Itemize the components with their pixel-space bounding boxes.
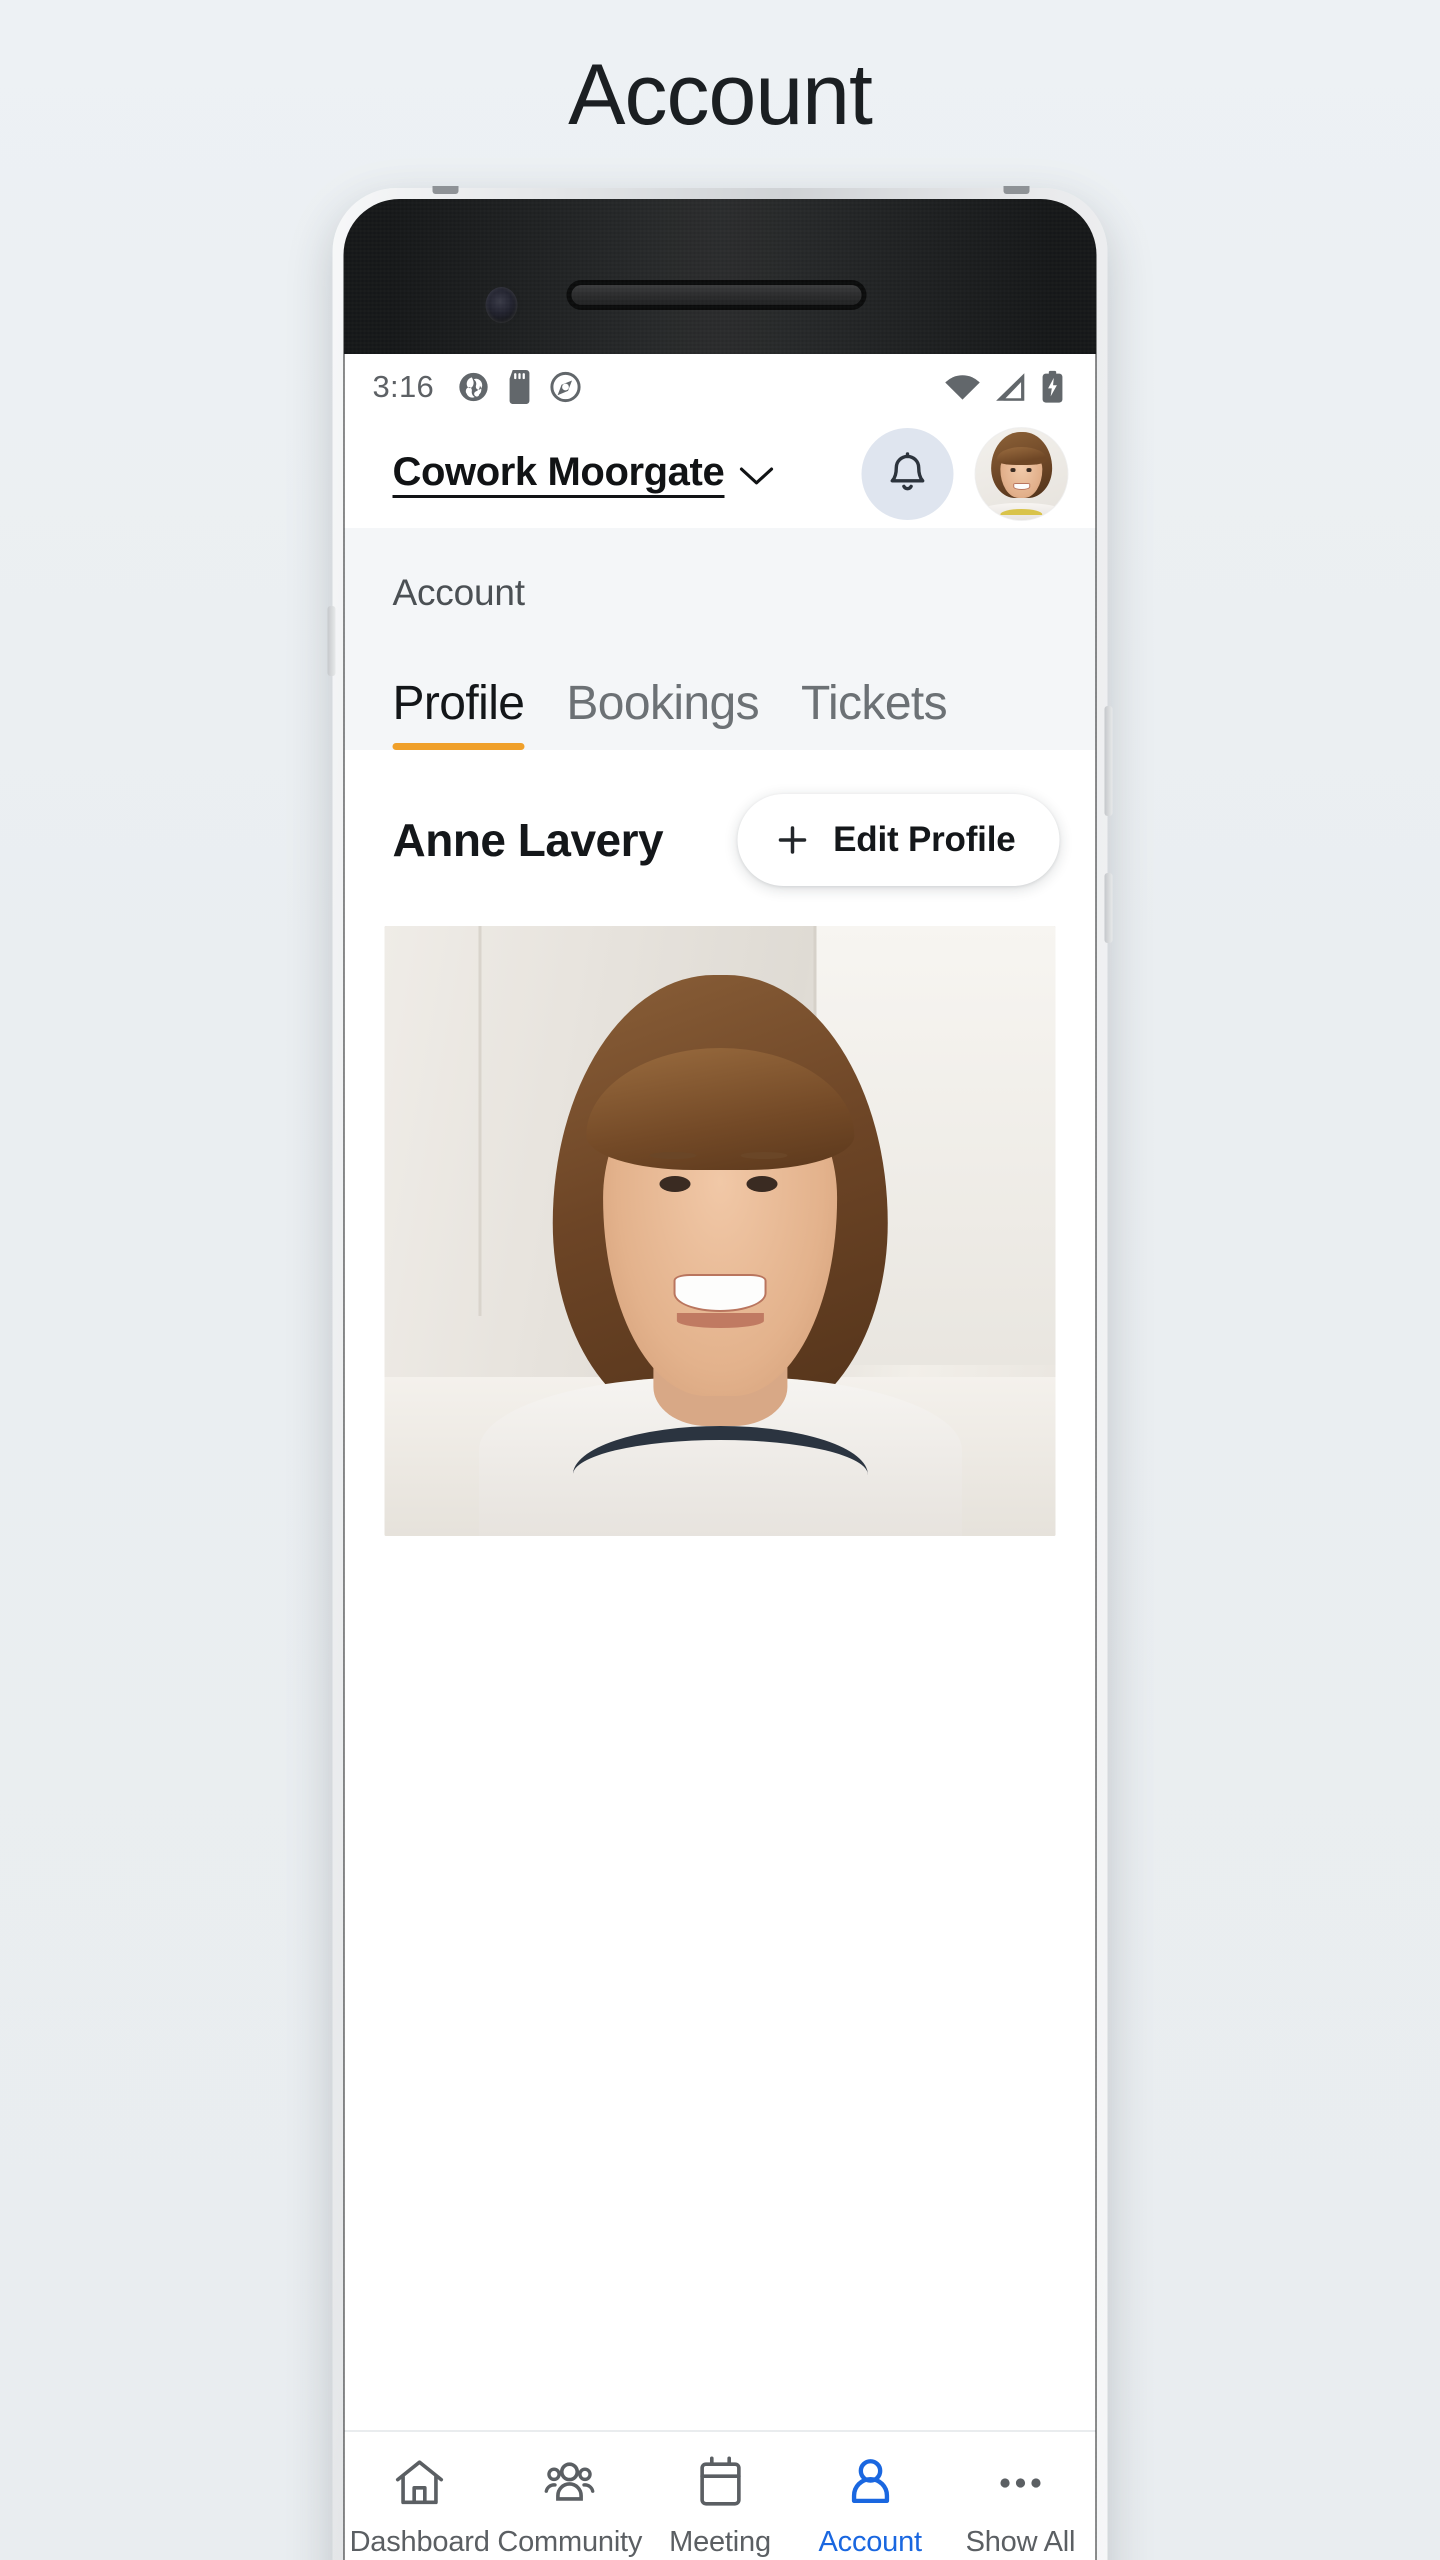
nav-label-account: Account xyxy=(818,2526,923,2558)
status-left-icons xyxy=(456,370,582,404)
status-bar: 3:16 xyxy=(344,354,1096,420)
photo-collar xyxy=(572,1426,868,1524)
cellular-signal-icon xyxy=(996,373,1025,401)
nav-item-account[interactable]: Account xyxy=(795,2454,945,2560)
tab-profile[interactable]: Profile xyxy=(392,680,525,750)
profile-photo xyxy=(384,926,1056,1536)
header-actions xyxy=(861,428,1068,520)
photo-wall-line xyxy=(478,926,482,1317)
chevron-down-icon xyxy=(739,467,773,485)
frame-nub-left xyxy=(432,186,459,194)
phone-button-left xyxy=(327,606,336,676)
calendar-icon xyxy=(699,2456,741,2506)
tab-bar: Profile Bookings Tickets xyxy=(345,614,1096,750)
app-header: Cowork Moorgate xyxy=(344,420,1096,528)
data-saver-icon xyxy=(549,371,581,403)
photo-lip xyxy=(676,1313,764,1328)
wifi-icon xyxy=(945,375,980,400)
nav-item-meeting-rooms[interactable]: Meeting Rooms xyxy=(645,2454,795,2560)
status-right-icons xyxy=(944,370,1066,404)
page-root: Account 3:16 Cowork Moorgate Account Pro… xyxy=(0,0,1440,2560)
notifications-button[interactable] xyxy=(861,428,954,520)
photo-smile xyxy=(673,1273,767,1312)
edit-profile-label: Edit Profile xyxy=(833,820,1016,859)
tab-bookings[interactable]: Bookings xyxy=(566,680,759,750)
photo-brow-left xyxy=(649,1151,697,1159)
profile-header: Anne Lavery Edit Profile xyxy=(344,750,1096,916)
avatar[interactable] xyxy=(975,428,1068,520)
nav-item-dashboard[interactable]: Dashboard xyxy=(345,2454,495,2560)
phone-button-power xyxy=(1104,706,1113,816)
earpiece-speaker xyxy=(571,285,862,305)
frame-nub-right xyxy=(1003,186,1030,194)
person-icon xyxy=(851,2459,889,2504)
profile-name: Anne Lavery xyxy=(392,814,664,866)
section-label: Account xyxy=(392,572,525,613)
account-section: Account Profile Bookings Tickets xyxy=(344,528,1096,750)
page-title: Account xyxy=(568,47,873,143)
nav-label-dashboard: Dashboard xyxy=(349,2526,490,2558)
phone-screen: 3:16 Cowork Moorgate Account Profile Boo… xyxy=(344,354,1096,2560)
venue-selector[interactable]: Cowork Moorgate xyxy=(392,451,775,498)
profile-photo-container xyxy=(344,916,1096,1536)
nav-label-community: Community xyxy=(497,2526,643,2558)
photo-eye-left xyxy=(659,1176,691,1192)
tab-tickets[interactable]: Tickets xyxy=(801,680,948,750)
venue-name: Cowork Moorgate xyxy=(392,451,725,498)
sync-icon xyxy=(458,372,488,402)
home-icon xyxy=(396,2460,444,2505)
nav-label-meeting-rooms: Meeting Rooms xyxy=(669,2526,771,2560)
phone-button-volume xyxy=(1104,873,1113,943)
nav-label-show-all: Show All xyxy=(965,2526,1076,2558)
bell-icon xyxy=(890,452,925,491)
bottom-navigation: Dashboard Community Meeting Account Show… xyxy=(344,2430,1096,2560)
plus-icon xyxy=(778,826,806,854)
phone-mockup: 3:16 Cowork Moorgate Account Profile Boo… xyxy=(327,186,1113,2560)
photo-brow-right xyxy=(740,1151,788,1159)
nav-item-show-all[interactable]: Show All xyxy=(945,2454,1095,2560)
photo-eye-right xyxy=(746,1176,778,1192)
sd-card-icon xyxy=(509,370,529,404)
battery-charging-icon xyxy=(1042,370,1063,403)
front-camera-icon xyxy=(485,287,518,323)
nav-item-community[interactable]: Community xyxy=(495,2454,645,2560)
more-horizontal-icon xyxy=(1000,2478,1041,2488)
people-icon xyxy=(544,2462,595,2501)
edit-profile-button[interactable]: Edit Profile xyxy=(737,794,1060,886)
status-time: 3:16 xyxy=(372,369,435,404)
